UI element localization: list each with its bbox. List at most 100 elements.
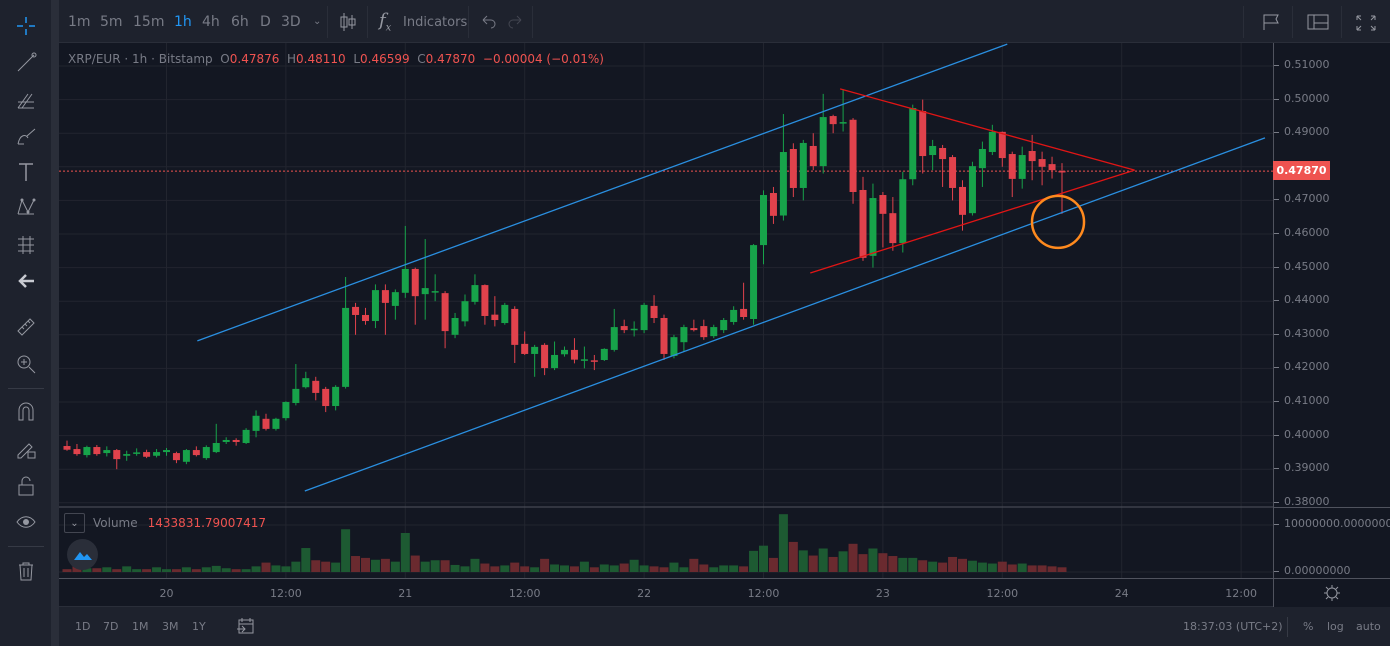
candle	[1018, 146, 1026, 189]
candle-body	[262, 418, 270, 429]
volume-bar	[749, 550, 759, 572]
volume-bar	[768, 557, 778, 572]
timeframe-1m[interactable]: 1m	[68, 14, 91, 30]
price-axis[interactable]: 0.510000.500000.490000.480000.470000.460…	[1273, 43, 1390, 606]
candle	[431, 274, 439, 302]
go-to-date-icon[interactable]	[236, 617, 254, 639]
candle-body	[342, 307, 350, 387]
redo-icon[interactable]	[507, 12, 525, 34]
candle	[949, 155, 957, 201]
magnet-icon[interactable]	[10, 398, 42, 426]
time-axis[interactable]: 20 12:00 21 12:00 22 12:00 23 12:00 24 12:00	[59, 578, 1273, 606]
candle-body	[730, 309, 738, 323]
trash-icon[interactable]	[10, 557, 42, 585]
candle	[849, 118, 857, 204]
volume-bar	[380, 558, 390, 572]
range-7d[interactable]: 7D	[103, 620, 118, 633]
candle	[968, 161, 976, 216]
log-toggle[interactable]: log	[1327, 620, 1344, 633]
volume-bar	[639, 565, 649, 572]
candle	[282, 401, 290, 421]
volume-bar	[490, 566, 500, 572]
text-icon[interactable]	[10, 158, 42, 186]
volume-bar	[918, 560, 928, 572]
timeframe-d[interactable]: D	[260, 14, 271, 30]
timeframe-1h[interactable]: 1h	[174, 14, 192, 30]
range-1m[interactable]: 1M	[132, 620, 149, 633]
volume-bar	[868, 548, 878, 572]
candle	[113, 449, 121, 470]
volume-bar	[171, 569, 181, 572]
trend-line-icon[interactable]	[10, 49, 42, 77]
candle	[531, 344, 539, 377]
lock-drawing-pencil-icon[interactable]	[10, 435, 42, 463]
volume-bar	[1057, 567, 1067, 572]
candle-body	[879, 195, 887, 214]
candles-chart-type-icon[interactable]	[339, 12, 357, 36]
candle-body	[123, 454, 131, 456]
timeframe-15m[interactable]: 15m	[133, 14, 164, 30]
candle	[352, 302, 360, 335]
volume-bar	[1037, 565, 1047, 572]
timeframe-3d[interactable]: 3D	[281, 14, 301, 30]
time-tick: 21	[398, 587, 413, 600]
undo-icon[interactable]	[479, 12, 497, 34]
candle-body	[113, 450, 121, 460]
candle-body	[322, 388, 330, 407]
flag-icon[interactable]	[1262, 13, 1280, 35]
symbol[interactable]: XRP/EUR	[68, 52, 121, 66]
candle-body	[959, 186, 966, 215]
range-1y[interactable]: 1Y	[192, 620, 206, 633]
candle	[779, 114, 787, 221]
candle	[451, 312, 459, 339]
candle	[660, 314, 668, 360]
eye-icon[interactable]	[10, 508, 42, 536]
chart-settings-gear-icon[interactable]	[1273, 578, 1390, 607]
candle	[730, 306, 738, 325]
candle	[600, 348, 608, 362]
prediction-measure-icon[interactable]	[10, 230, 42, 258]
timeframe-6h[interactable]: 6h	[231, 14, 249, 30]
percent-toggle[interactable]: %	[1303, 620, 1313, 633]
candle	[501, 302, 509, 325]
volume-bar	[579, 561, 589, 572]
range-1d[interactable]: 1D	[75, 620, 90, 633]
auto-toggle[interactable]: auto	[1356, 620, 1381, 633]
volume-bar	[430, 560, 440, 572]
unlock-icon[interactable]	[10, 472, 42, 500]
volume-bar	[798, 550, 808, 572]
timeframe-4h[interactable]: 4h	[202, 14, 220, 30]
pattern-icon[interactable]	[10, 193, 42, 221]
last-price-label: 0.47870	[1273, 161, 1330, 180]
zoom-in-icon[interactable]	[10, 350, 42, 378]
layout-icon[interactable]	[1307, 14, 1329, 34]
candle-body	[620, 326, 628, 331]
candle-body	[172, 453, 180, 461]
price-tick: 0.45000	[1274, 259, 1330, 273]
fullscreen-icon[interactable]	[1355, 14, 1377, 36]
arrow-left-icon[interactable]	[10, 267, 42, 295]
candle-body	[1038, 159, 1046, 167]
crosshair-icon[interactable]	[10, 12, 42, 40]
candle-body	[998, 131, 1006, 159]
tradingview-logo[interactable]	[67, 539, 98, 570]
indicators-fx-icon[interactable]: fx	[379, 10, 391, 34]
volume-bar	[351, 556, 361, 572]
ruler-icon[interactable]	[10, 313, 42, 341]
candle-body	[541, 344, 549, 369]
close-value: 0.47870	[425, 52, 476, 66]
fib-tool-icon[interactable]	[10, 86, 42, 114]
candle-body	[1008, 154, 1016, 179]
range-3m[interactable]: 3M	[162, 620, 179, 633]
collapse-chevron-icon[interactable]: ⌄	[64, 513, 85, 533]
timeframe-dropdown-chevron-icon[interactable]: ⌄	[313, 16, 321, 27]
candle-body	[163, 450, 170, 453]
volume-bar	[152, 567, 162, 572]
timeframe-5m[interactable]: 5m	[100, 14, 123, 30]
indicators-button[interactable]: Indicators	[403, 15, 467, 30]
brush-icon[interactable]	[10, 123, 42, 151]
volume-bar	[390, 561, 400, 572]
volume-bar	[788, 541, 798, 572]
candle	[272, 417, 280, 431]
time-tick: 12:00	[747, 587, 780, 600]
